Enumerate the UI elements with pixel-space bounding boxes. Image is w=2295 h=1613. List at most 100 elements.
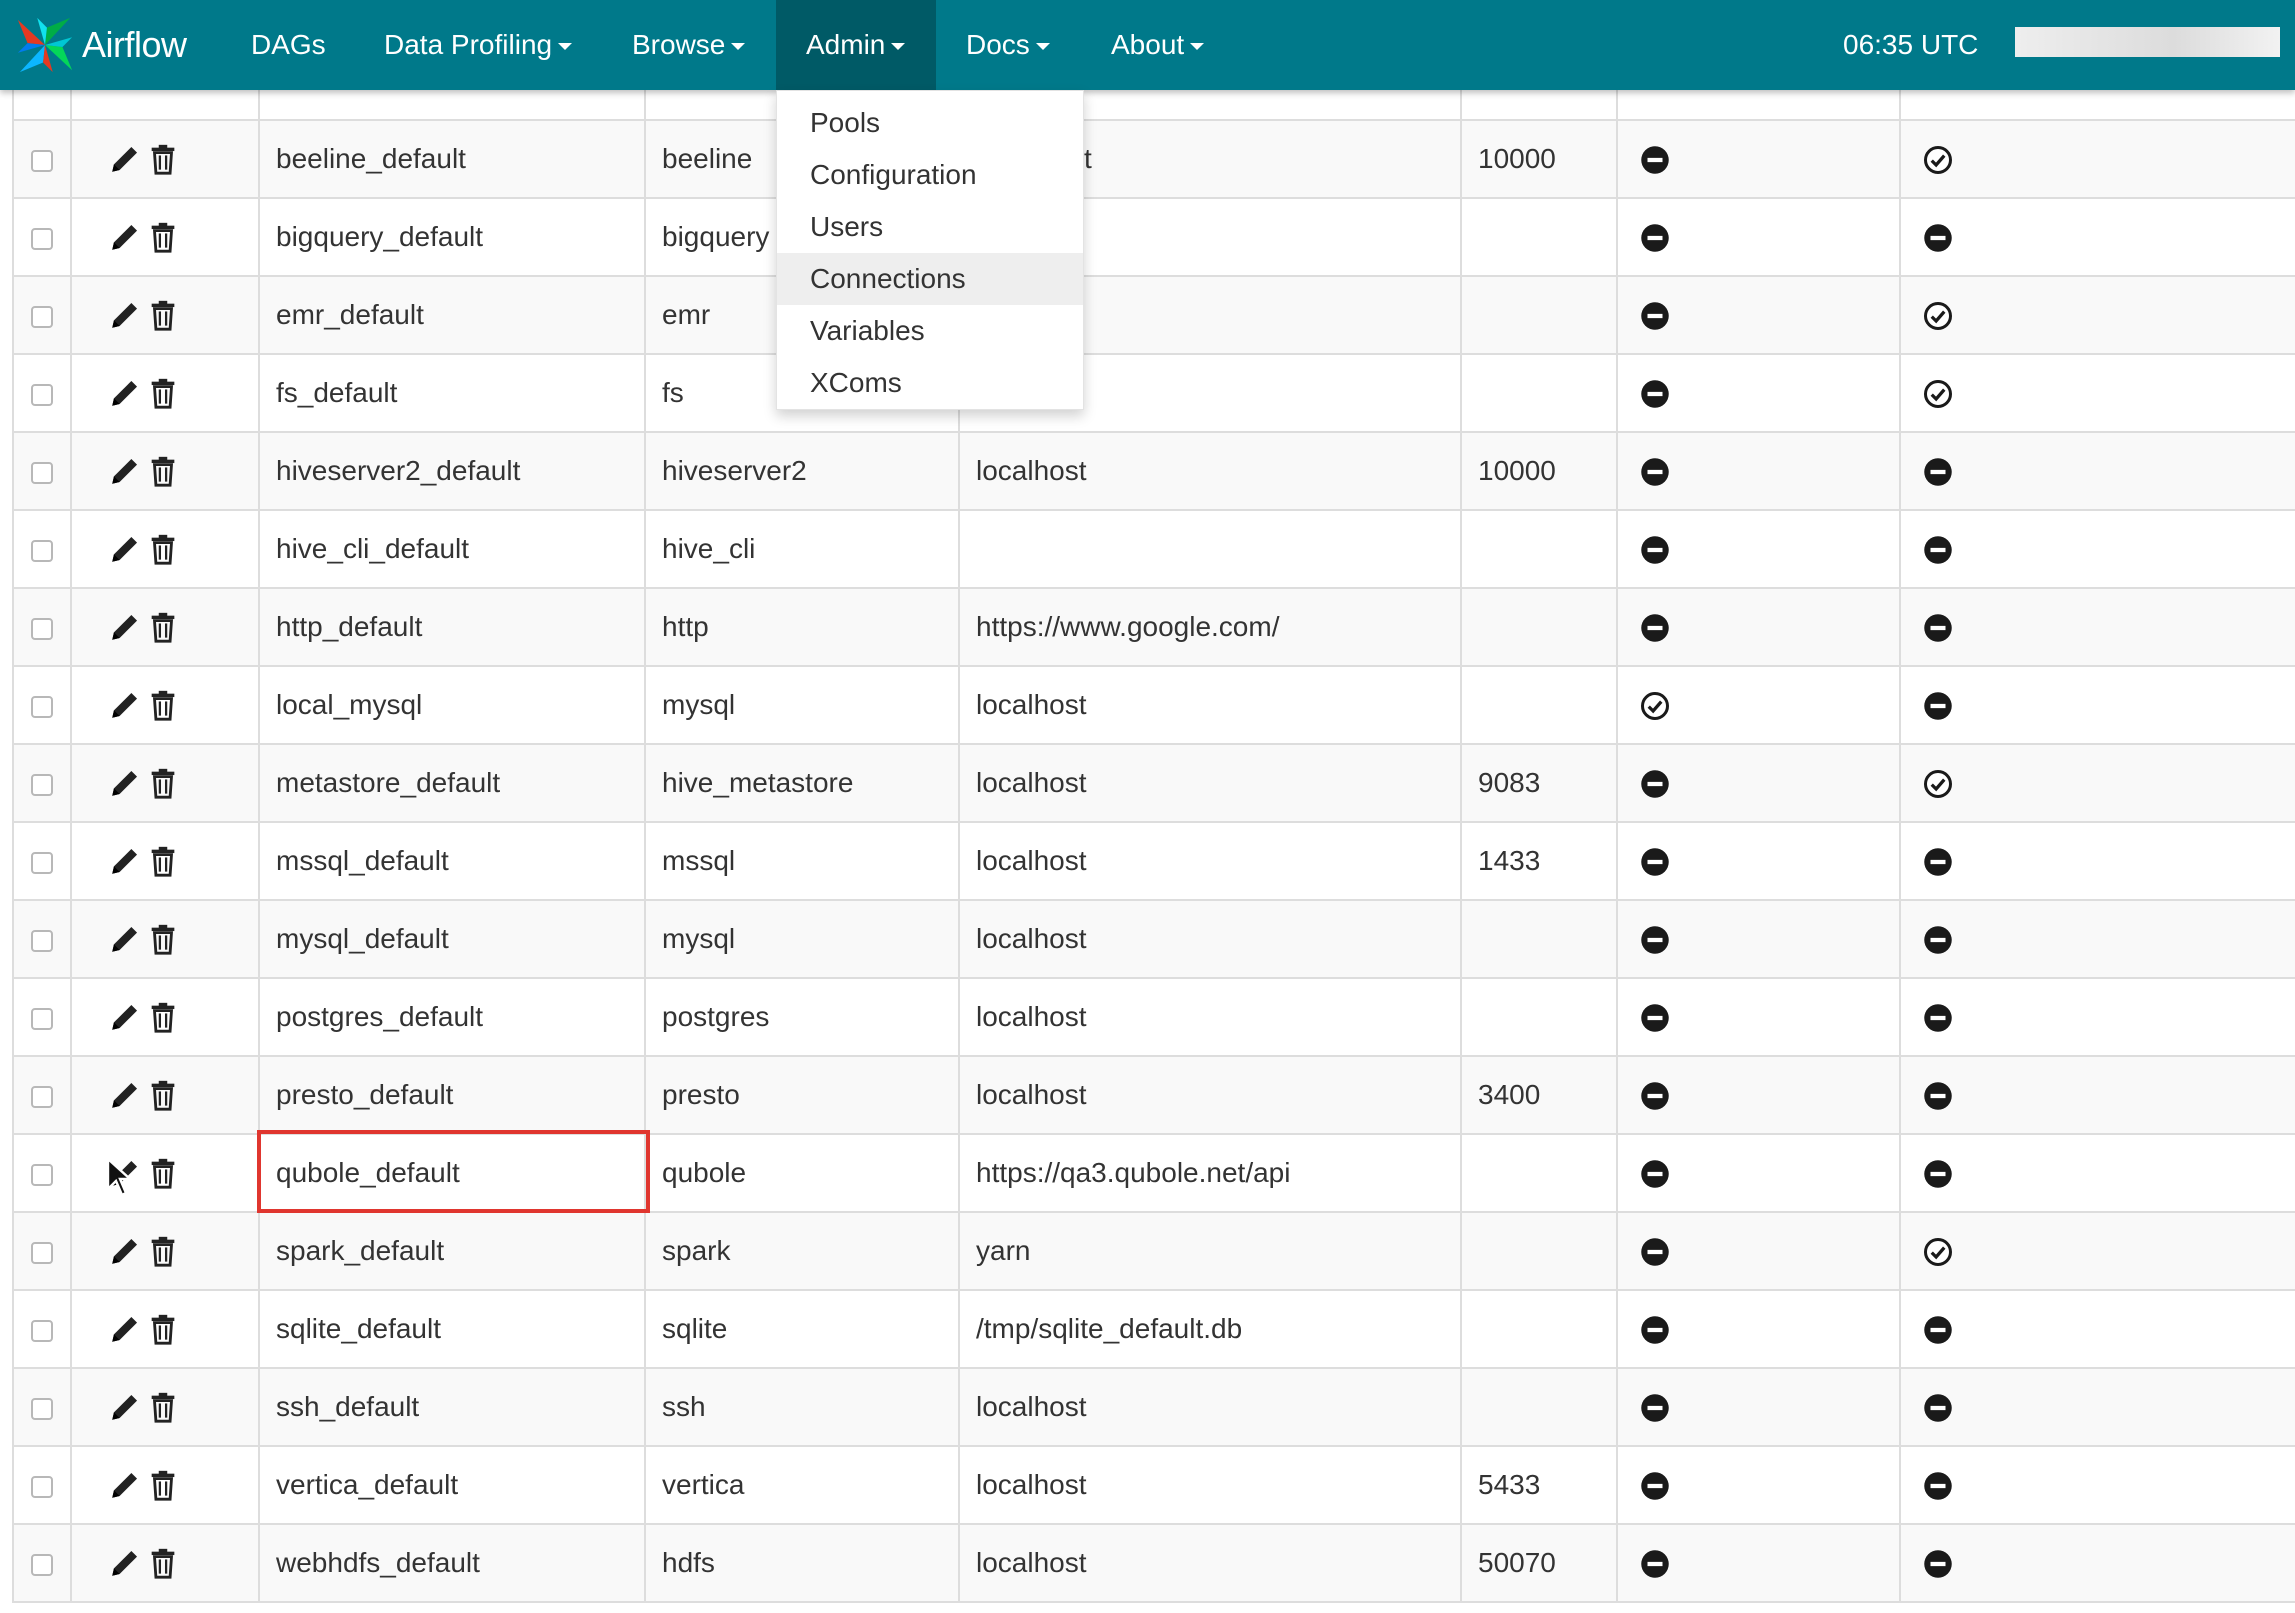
row-checkbox[interactable] [31,617,53,640]
trash-icon[interactable] [146,376,180,410]
conn-id-cell: mssql_default [258,821,646,901]
row-checkbox[interactable] [31,383,53,406]
menu-item-users[interactable]: Users [777,201,1083,253]
port-cell: 3400 [1460,1055,1618,1135]
trash-icon[interactable] [146,1078,180,1112]
pencil-icon[interactable] [108,1312,142,1346]
menu-item-variables[interactable]: Variables [777,305,1083,357]
row-checkbox[interactable] [31,929,53,952]
nav-docs[interactable]: Docs [936,0,1080,90]
table-row: bigquery_default bigquery [12,197,2295,277]
trash-icon[interactable] [146,1468,180,1502]
minus-circle-icon [1640,1003,1670,1033]
trash-icon[interactable] [146,1390,180,1424]
menu-item-configuration[interactable]: Configuration [777,149,1083,201]
pencil-icon[interactable] [108,1546,142,1580]
pencil-icon[interactable] [108,1234,142,1268]
minus-circle-icon [1923,691,1953,721]
trash-icon[interactable] [146,532,180,566]
trash-icon[interactable] [146,220,180,254]
row-checkbox[interactable] [31,461,53,484]
pencil-icon[interactable] [108,844,142,878]
row-select-cell [12,119,72,199]
row-checkbox[interactable] [31,851,53,874]
trash-icon[interactable] [146,1312,180,1346]
trash-icon[interactable] [146,766,180,800]
trash-icon[interactable] [146,454,180,488]
row-checkbox[interactable] [31,305,53,328]
pencil-icon[interactable] [108,220,142,254]
table-row: hive_cli_default hive_cli [12,509,2295,589]
pencil-icon[interactable] [108,532,142,566]
row-actions-cell [70,431,260,511]
minus-circle-icon [1640,145,1670,175]
row-checkbox[interactable] [31,149,53,172]
minus-circle-icon [1640,1237,1670,1267]
table-row: sqlite_default sqlite/tmp/sqlite_default.… [12,1289,2295,1369]
conn-type-cell: sqlite [644,1289,960,1369]
minus-circle-icon [1640,847,1670,877]
conn-type-cell: ssh [644,1367,960,1447]
row-checkbox[interactable] [31,227,53,250]
utc-clock: 06:35 UTC [1843,29,1979,60]
nav-browse[interactable]: Browse [602,0,775,90]
nav-about[interactable]: About [1081,0,1234,90]
pencil-icon[interactable] [108,1390,142,1424]
row-checkbox[interactable] [31,1241,53,1264]
row-checkbox[interactable] [31,539,53,562]
row-checkbox[interactable] [31,1397,53,1420]
pencil-icon[interactable] [108,922,142,956]
pencil-icon[interactable] [108,376,142,410]
row-checkbox[interactable] [31,773,53,796]
menu-item-connections[interactable]: Connections [777,253,1083,305]
nav-data-profiling[interactable]: Data Profiling [354,0,602,90]
pencil-icon[interactable] [108,688,142,722]
airflow-logo-icon [17,17,73,73]
conn-id-cell: spark_default [258,1211,646,1291]
pencil-icon[interactable] [108,454,142,488]
row-checkbox[interactable] [31,1163,53,1186]
port-cell [1460,1133,1618,1213]
pencil-icon[interactable] [108,142,142,176]
nav-dags[interactable]: DAGs [221,0,356,90]
port-cell: 50070 [1460,1523,1618,1603]
trash-icon[interactable] [146,610,180,644]
trash-icon[interactable] [146,844,180,878]
menu-item-xcoms[interactable]: XComs [777,357,1083,409]
pencil-icon[interactable] [108,298,142,332]
brand-name: Airflow [82,24,187,65]
trash-icon[interactable] [146,1546,180,1580]
trash-icon[interactable] [146,1234,180,1268]
user-menu-redacted[interactable] [2015,27,2280,57]
row-checkbox[interactable] [31,1085,53,1108]
pencil-icon[interactable] [108,1078,142,1112]
row-checkbox[interactable] [31,1475,53,1498]
pencil-icon[interactable] [108,1000,142,1034]
trash-icon[interactable] [146,142,180,176]
minus-circle-icon [1640,301,1670,331]
is-extra-encrypted-cell [1899,509,2295,589]
row-checkbox[interactable] [31,1553,53,1576]
conn-id-cell: bigquery_default [258,197,646,277]
trash-icon[interactable] [146,298,180,332]
pencil-icon[interactable] [108,766,142,800]
port-cell [1460,509,1618,589]
trash-icon[interactable] [146,1156,180,1190]
trash-icon[interactable] [146,1000,180,1034]
port-cell: 5433 [1460,1445,1618,1525]
is-extra-encrypted-cell [1899,1445,2295,1525]
row-select-cell [12,821,72,901]
nav-admin[interactable]: Admin [776,0,936,90]
pencil-icon[interactable] [108,1468,142,1502]
trash-icon[interactable] [146,922,180,956]
row-checkbox[interactable] [31,1319,53,1342]
row-checkbox[interactable] [31,1007,53,1030]
port-cell [1460,977,1618,1057]
minus-circle-icon [1640,1159,1670,1189]
menu-item-pools[interactable]: Pools [777,97,1083,149]
airflow-brand[interactable]: Airflow [14,6,187,84]
pencil-icon[interactable] [108,610,142,644]
host-cell: localhost [958,899,1462,979]
trash-icon[interactable] [146,688,180,722]
row-checkbox[interactable] [31,695,53,718]
